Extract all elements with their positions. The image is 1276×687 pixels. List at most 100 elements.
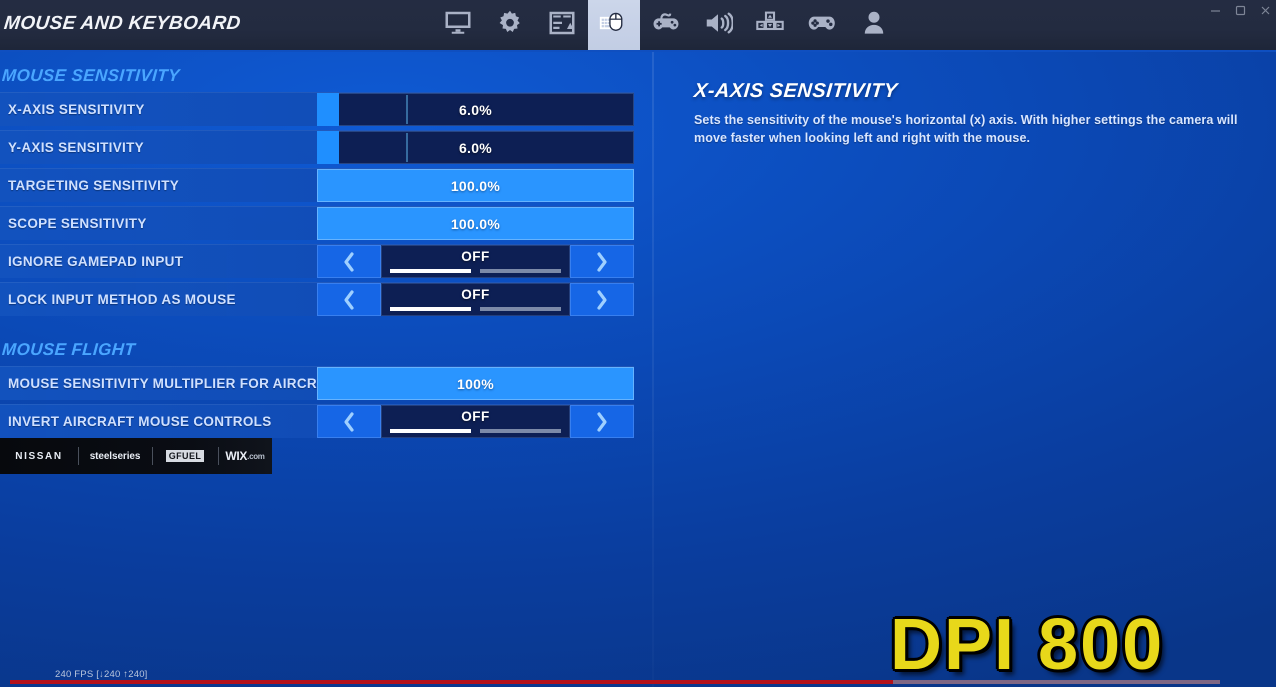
tab-brightness-hud[interactable]: [536, 0, 588, 50]
slider-value: 6.0%: [458, 139, 493, 156]
segment: [390, 307, 471, 311]
tab-account[interactable]: [848, 0, 900, 50]
stepper-value: OFF: [461, 409, 490, 424]
setting-label: MOUSE SENSITIVITY MULTIPLIER FOR AIRCRAF…: [8, 376, 318, 391]
tab-gamepad[interactable]: [796, 0, 848, 50]
window-controls: [1209, 0, 1272, 20]
stepper-value-area: OFF: [381, 283, 570, 316]
tab-input[interactable]: [744, 0, 796, 50]
settings-tab-bar: [432, 0, 900, 50]
setting-row-x-axis-sensitivity[interactable]: X-AXIS SENSITIVITY 6.0%: [0, 92, 634, 126]
stepper-invert-aircraft-mouse-controls[interactable]: OFF: [317, 405, 634, 438]
dpad-icon: [755, 8, 785, 43]
slider-value: 100%: [456, 375, 494, 392]
setting-control[interactable]: 6.0%: [317, 131, 634, 164]
stepper-ignore-gamepad-input[interactable]: OFF: [317, 245, 634, 278]
setting-control[interactable]: OFF: [317, 283, 634, 316]
maximize-icon[interactable]: [1234, 4, 1247, 17]
setting-label: INVERT AIRCRAFT MOUSE CONTROLS: [8, 414, 272, 429]
audio-icon: [703, 8, 734, 43]
setting-row-lock-input-method-as-mouse[interactable]: LOCK INPUT METHOD AS MOUSE OFF: [0, 282, 634, 316]
segment: [480, 307, 561, 311]
sponsor-logo-gfuel: GFUEL: [152, 438, 218, 474]
sponsor-logo-steelseries: steelseries: [78, 438, 152, 474]
setting-control[interactable]: 100.0%: [317, 169, 634, 202]
slider-scope-sensitivity[interactable]: 100.0%: [317, 207, 634, 240]
keyboard-mouse-icon: [598, 7, 630, 44]
stepper-segments: [390, 429, 561, 433]
stepper-segments: [390, 307, 561, 311]
tab-game[interactable]: [484, 0, 536, 50]
account-icon: [859, 8, 889, 43]
stepper-value: OFF: [461, 287, 490, 302]
section-title-mouse-sensitivity: MOUSE SENSITIVITY: [1, 66, 181, 85]
gear-icon: [495, 8, 525, 43]
fortnite-settings-screen: MOUSE AND KEYBOARD MOUSE SENSITIVITY X-A…: [0, 0, 1276, 687]
tab-mouse-and-keyboard[interactable]: [588, 0, 640, 50]
description-title: X-AXIS SENSITIVITY: [693, 80, 899, 102]
slider-x-axis-sensitivity[interactable]: 6.0%: [317, 93, 634, 126]
description-body: Sets the sensitivity of the mouse's hori…: [694, 113, 1238, 146]
setting-control[interactable]: 100.0%: [317, 207, 634, 240]
slider-value: 100.0%: [450, 215, 501, 232]
setting-control[interactable]: OFF: [317, 405, 634, 438]
fps-counter: 240 FPS [↓240 ↑240]: [55, 669, 148, 680]
settings-panel: MOUSE SENSITIVITY X-AXIS SENSITIVITY 6.0…: [0, 52, 652, 442]
close-icon[interactable]: [1259, 4, 1272, 17]
controller-settings-icon: [651, 8, 681, 43]
setting-row-targeting-sensitivity[interactable]: TARGETING SENSITIVITY 100.0%: [0, 168, 634, 202]
stepper-value: OFF: [461, 249, 490, 264]
setting-row-mouse-sensitivity-multiplier-for-aircraft[interactable]: MOUSE SENSITIVITY MULTIPLIER FOR AIRCRAF…: [0, 366, 634, 400]
sponsor-logo-wix: WIX .com: [218, 438, 272, 474]
setting-label: TARGETING SENSITIVITY: [8, 178, 180, 193]
slider-y-axis-sensitivity[interactable]: 6.0%: [317, 131, 634, 164]
hud-icon: [547, 8, 577, 43]
gamepad-icon: [807, 8, 837, 43]
tab-audio[interactable]: [692, 0, 744, 50]
chevron-left-icon[interactable]: [317, 283, 381, 316]
chevron-right-icon[interactable]: [570, 405, 634, 438]
page-title: MOUSE AND KEYBOARD: [2, 13, 242, 34]
chevron-left-icon[interactable]: [317, 245, 381, 278]
tab-controller-settings[interactable]: [640, 0, 692, 50]
chevron-right-icon[interactable]: [570, 245, 634, 278]
sponsor-logo-wix-text: WIX: [225, 449, 248, 463]
segment: [390, 269, 471, 273]
setting-description-panel: X-AXIS SENSITIVITY Sets the sensitivity …: [693, 80, 1240, 147]
setting-label: SCOPE SENSITIVITY: [8, 216, 147, 231]
setting-label: IGNORE GAMEPAD INPUT: [8, 254, 184, 269]
sponsor-logo-nissan: NISSAN: [15, 450, 63, 462]
setting-row-y-axis-sensitivity[interactable]: Y-AXIS SENSITIVITY 6.0%: [0, 130, 634, 164]
panel-divider: [652, 50, 654, 687]
slider-targeting-sensitivity[interactable]: 100.0%: [317, 169, 634, 202]
slider-value: 6.0%: [458, 101, 493, 118]
sponsor-logo-gfuel-text: GFUEL: [165, 450, 205, 462]
setting-row-scope-sensitivity[interactable]: SCOPE SENSITIVITY 100.0%: [0, 206, 634, 240]
setting-control[interactable]: 100%: [317, 367, 634, 400]
chevron-right-icon[interactable]: [570, 283, 634, 316]
setting-label: Y-AXIS SENSITIVITY: [8, 140, 144, 155]
dpi-overlay-text: DPI 800: [890, 605, 1165, 685]
stepper-value-area: OFF: [381, 405, 570, 438]
stepper-segments: [390, 269, 561, 273]
section-title-mouse-flight: MOUSE FLIGHT: [1, 340, 136, 359]
setting-label: LOCK INPUT METHOD AS MOUSE: [8, 292, 236, 307]
setting-control[interactable]: OFF: [317, 245, 634, 278]
setting-row-invert-aircraft-mouse-controls[interactable]: INVERT AIRCRAFT MOUSE CONTROLS OFF: [0, 404, 634, 438]
title-bar: MOUSE AND KEYBOARD: [0, 0, 1276, 52]
segment: [480, 429, 561, 433]
monitor-icon: [443, 8, 473, 43]
setting-row-ignore-gamepad-input[interactable]: IGNORE GAMEPAD INPUT OFF: [0, 244, 634, 278]
tab-video[interactable]: [432, 0, 484, 50]
sponsor-logo-wix-suffix: .com: [247, 451, 265, 461]
stepper-value-area: OFF: [381, 245, 570, 278]
slider-mouse-sensitivity-multiplier[interactable]: 100%: [317, 367, 634, 400]
sponsor-bar: NISSAN steelseries GFUEL WIX .com: [0, 438, 272, 474]
chevron-left-icon[interactable]: [317, 405, 381, 438]
segment: [390, 429, 471, 433]
slider-value: 100.0%: [450, 177, 501, 194]
segment: [480, 269, 561, 273]
setting-control[interactable]: 6.0%: [317, 93, 634, 126]
stepper-lock-input-method-as-mouse[interactable]: OFF: [317, 283, 634, 316]
minimize-icon[interactable]: [1209, 4, 1222, 17]
